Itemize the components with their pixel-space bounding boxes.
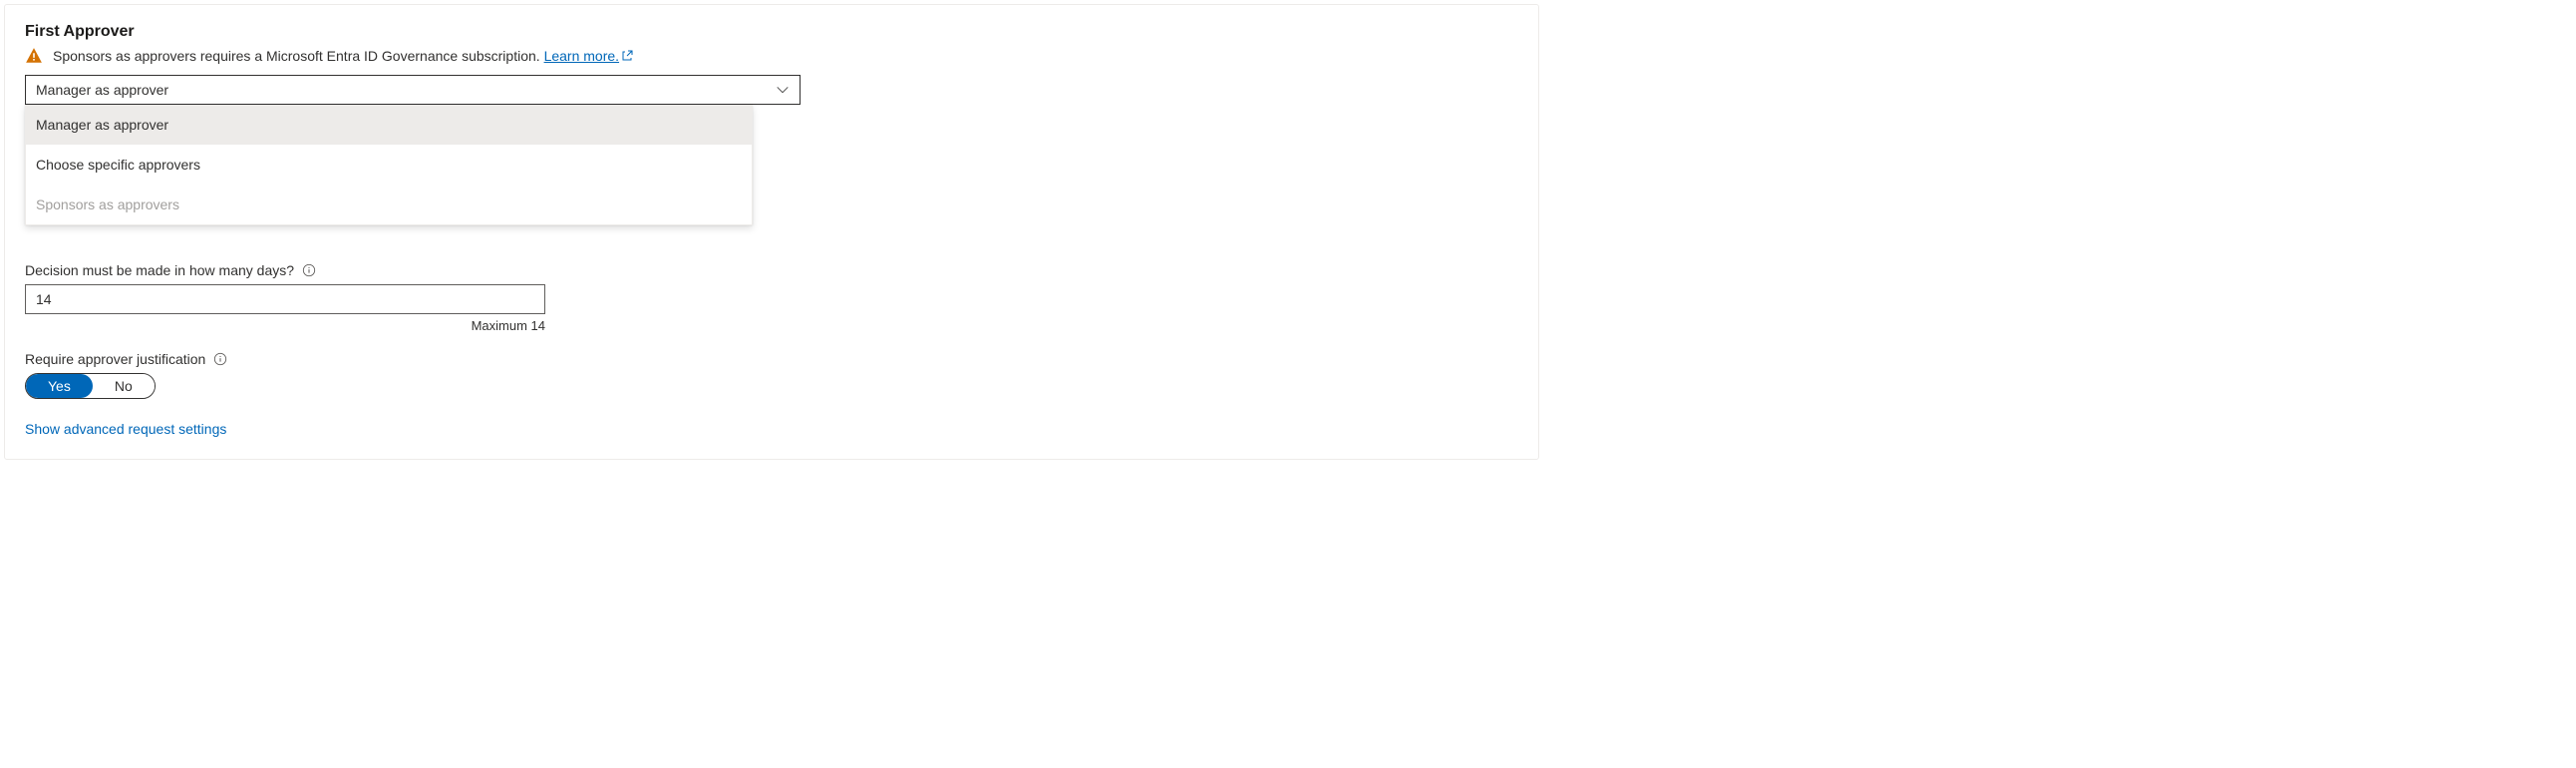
option-manager-as-approver[interactable]: Manager as approver bbox=[26, 105, 752, 145]
decision-days-helper: Maximum 14 bbox=[25, 318, 545, 333]
external-link-icon bbox=[621, 50, 633, 62]
warning-message: Sponsors as approvers requires a Microso… bbox=[25, 47, 1518, 65]
info-icon[interactable] bbox=[302, 263, 316, 277]
justification-no[interactable]: No bbox=[93, 374, 155, 398]
option-choose-specific-approvers[interactable]: Choose specific approvers bbox=[26, 145, 752, 185]
option-sponsors-as-approvers: Sponsors as approvers bbox=[26, 185, 752, 224]
show-advanced-link[interactable]: Show advanced request settings bbox=[25, 421, 226, 437]
decision-days-input[interactable] bbox=[25, 284, 545, 314]
chevron-down-icon bbox=[776, 83, 790, 97]
justification-field: Require approver justification Yes No bbox=[25, 351, 1518, 399]
learn-more-text: Learn more. bbox=[544, 48, 619, 64]
info-icon[interactable] bbox=[213, 352, 227, 366]
justification-label: Require approver justification bbox=[25, 351, 205, 367]
first-approver-panel: First Approver Sponsors as approvers req… bbox=[4, 4, 1539, 460]
approver-select-value: Manager as approver bbox=[36, 82, 168, 98]
approver-dropdown-list: Manager as approver Choose specific appr… bbox=[25, 105, 753, 225]
justification-toggle: Yes No bbox=[25, 373, 156, 399]
warning-icon bbox=[25, 47, 43, 65]
learn-more-link[interactable]: Learn more. bbox=[544, 48, 633, 64]
warning-text: Sponsors as approvers requires a Microso… bbox=[53, 48, 540, 64]
justification-yes[interactable]: Yes bbox=[26, 374, 93, 398]
decision-days-label: Decision must be made in how many days? bbox=[25, 262, 294, 278]
approver-select[interactable]: Manager as approver bbox=[25, 75, 801, 105]
decision-days-field: Decision must be made in how many days? … bbox=[25, 262, 1518, 333]
approver-select-wrap: Manager as approver Manager as approver … bbox=[25, 75, 801, 105]
section-title: First Approver bbox=[25, 23, 1518, 41]
